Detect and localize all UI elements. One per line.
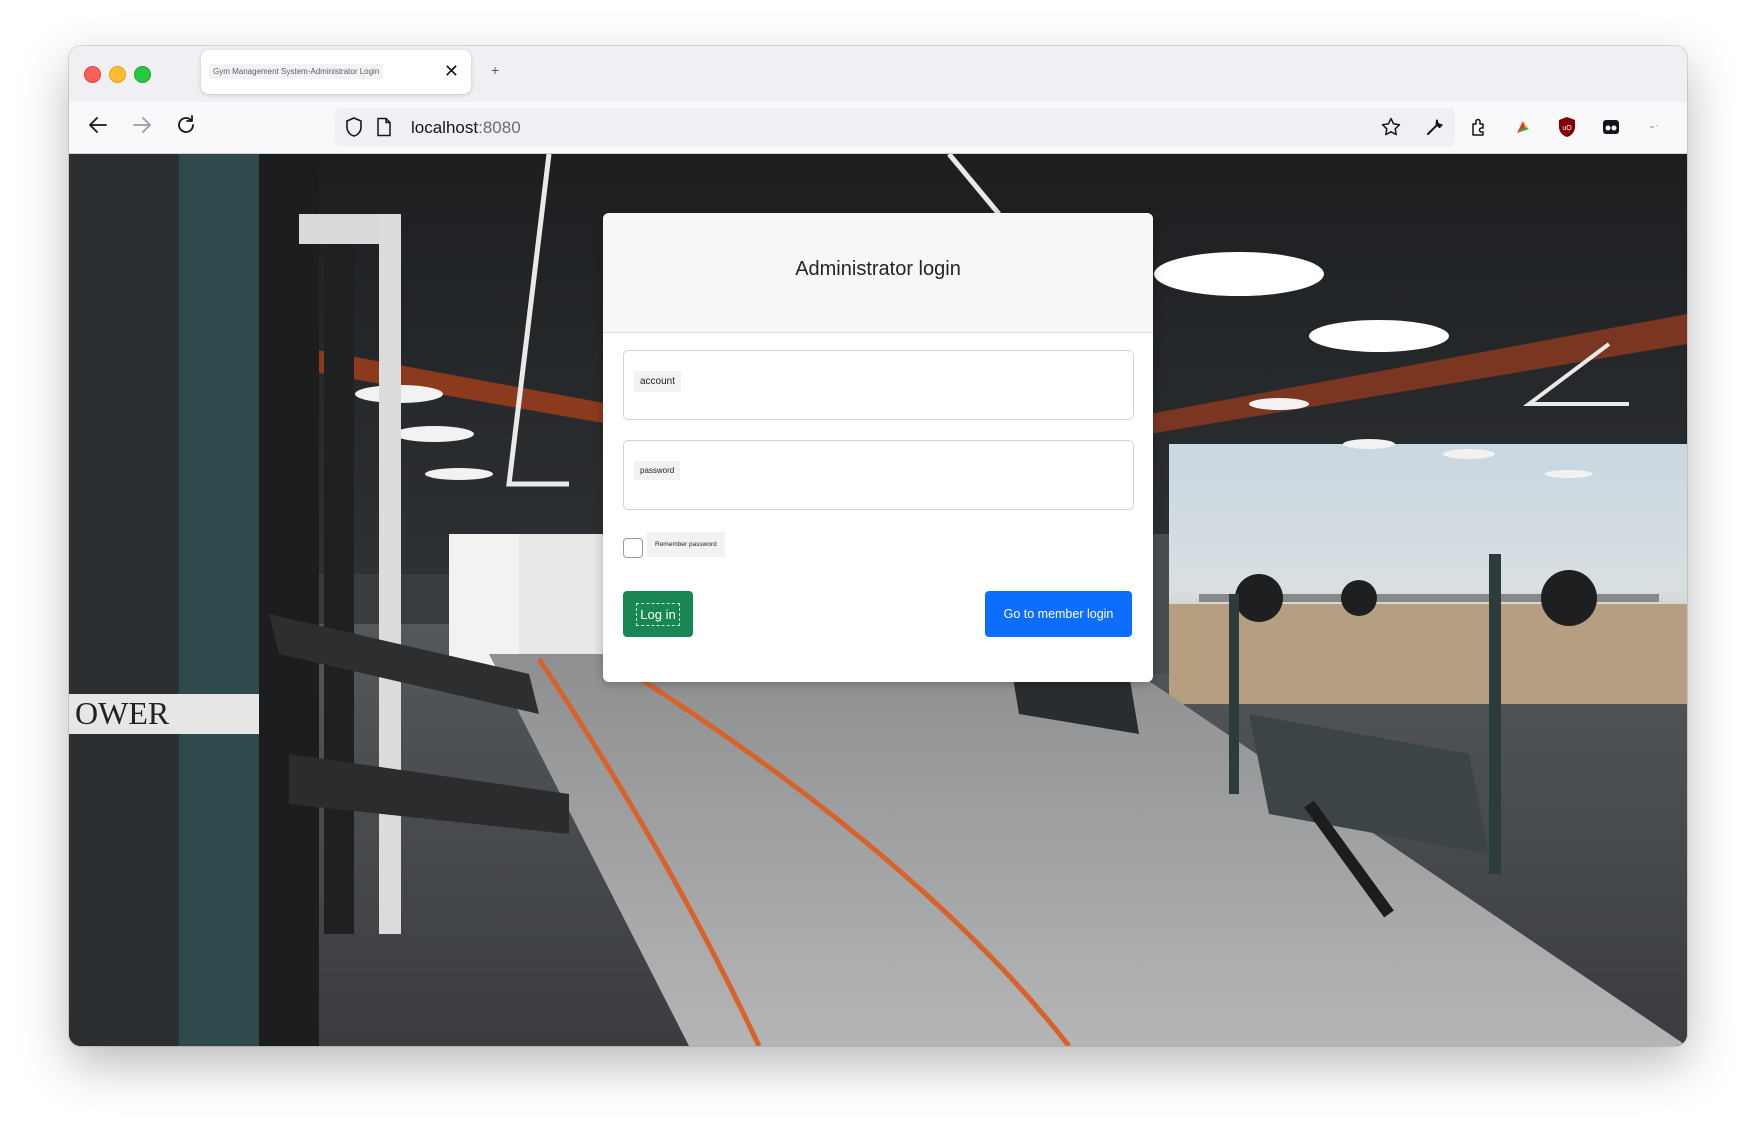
remember-password-checkbox[interactable] xyxy=(623,538,643,558)
browser-toolbar: localhost:8080 uO xyxy=(69,102,1687,154)
tab-strip: Gym Management System-Administrator Logi… xyxy=(69,46,1687,102)
tab-admin-login[interactable]: Gym Management System-Administrator Logi… xyxy=(201,50,471,94)
wrench-icon[interactable] xyxy=(1423,115,1447,139)
login-card-header: Administrator login xyxy=(603,213,1153,333)
window-close-button[interactable] xyxy=(84,66,101,83)
login-card: Administrator login account password Rem… xyxy=(603,213,1153,682)
page-icon[interactable] xyxy=(371,114,397,140)
colorful-extension-icon[interactable] xyxy=(1511,115,1535,139)
window-minimize-button[interactable] xyxy=(109,66,126,83)
account-label: account xyxy=(634,371,682,392)
reload-icon[interactable] xyxy=(173,112,199,138)
ublock-icon[interactable]: uO xyxy=(1555,115,1579,139)
window-maximize-button[interactable] xyxy=(134,66,151,83)
forward-icon[interactable] xyxy=(129,112,155,138)
page-viewport: OWER Administrator login account passwor… xyxy=(69,154,1687,1046)
shield-icon[interactable] xyxy=(341,114,367,140)
svg-text:uO: uO xyxy=(1562,125,1572,132)
url-text: localhost:8080 xyxy=(411,118,521,138)
member-login-button[interactable]: Go to member login xyxy=(985,591,1132,637)
login-button[interactable]: Log in xyxy=(623,591,693,637)
url-port: :8080 xyxy=(478,118,521,137)
bookmark-star-icon[interactable] xyxy=(1379,115,1403,139)
browser-window: Gym Management System-Administrator Logi… xyxy=(69,46,1687,1046)
remember-password-label[interactable]: Remember password xyxy=(647,532,725,557)
tab-title: Gym Management System-Administrator Logi… xyxy=(209,64,384,79)
profile-extension-icon[interactable] xyxy=(1599,115,1623,139)
password-label: password xyxy=(634,461,681,480)
url-host: localhost xyxy=(411,118,479,137)
menu-overflow-icon[interactable] xyxy=(1643,115,1667,139)
login-button-label: Log in xyxy=(636,602,680,626)
extensions-icon[interactable] xyxy=(1467,115,1491,139)
account-field[interactable]: account xyxy=(623,350,1134,420)
address-bar[interactable]: localhost:8080 xyxy=(335,108,1455,146)
member-login-button-label: Go to member login xyxy=(1003,607,1114,621)
back-icon[interactable] xyxy=(85,112,111,138)
login-title: Administrator login xyxy=(795,258,961,280)
background-sign-text: OWER xyxy=(75,695,170,731)
tab-close-icon[interactable]: ✕ xyxy=(444,60,459,82)
new-tab-button[interactable]: + xyxy=(491,62,499,78)
password-field[interactable]: password xyxy=(623,440,1134,510)
